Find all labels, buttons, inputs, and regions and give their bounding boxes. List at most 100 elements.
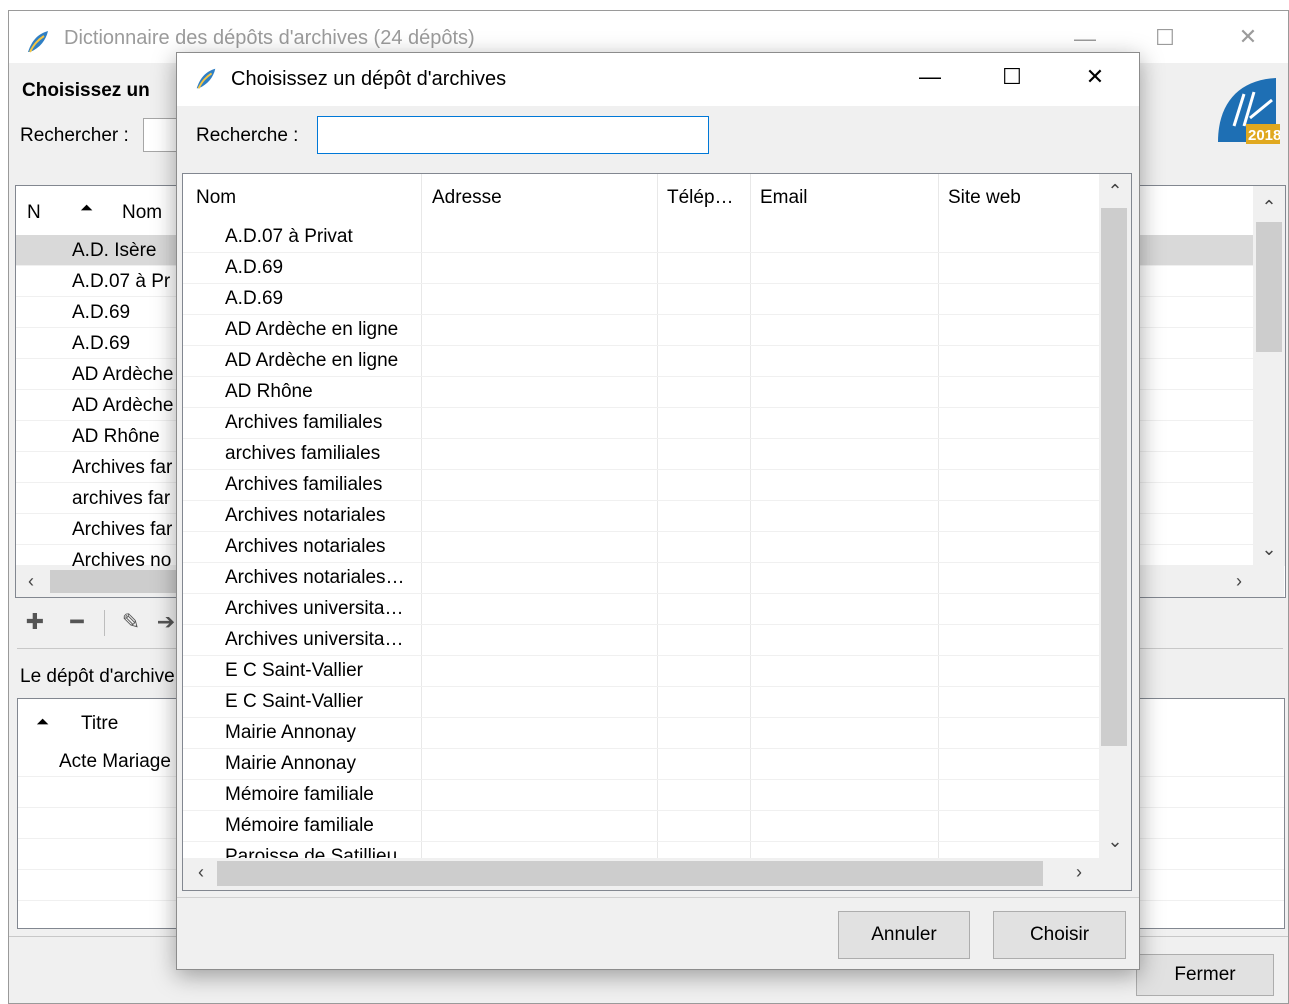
arrow-right-icon[interactable]: ➔ <box>156 603 176 641</box>
table-row-label: AD Rhône <box>72 426 160 447</box>
table-row[interactable]: Archives universita… <box>225 598 403 620</box>
table-row-label: AD Ardèche <box>72 395 174 416</box>
scroll-left-icon[interactable]: ‹ <box>20 572 42 590</box>
row-divider <box>183 345 1099 346</box>
table-row[interactable]: E C Saint-Vallier <box>225 691 363 713</box>
parent-col-n[interactable]: N <box>27 202 41 224</box>
toolbar-divider <box>104 610 105 636</box>
choose-button[interactable]: Choisir <box>993 911 1126 959</box>
row-divider <box>183 810 1099 811</box>
minimize-icon[interactable]: — <box>915 66 945 88</box>
table-row[interactable]: E C Saint-Vallier <box>225 660 363 682</box>
table-row[interactable]: AD Ardèche en ligne <box>225 319 398 341</box>
table-row[interactable]: Archives notariales… <box>225 567 405 589</box>
scroll-down-icon[interactable]: ⌄ <box>1258 540 1280 558</box>
row-divider <box>183 500 1099 501</box>
row-divider <box>183 531 1099 532</box>
table-row[interactable]: Mairie Annonay <box>225 753 356 775</box>
table-row[interactable]: AD Ardèche en ligne <box>225 350 398 372</box>
parent-window-title: Dictionnaire des dépôts d'archives (24 d… <box>64 27 475 49</box>
table-row-label: A.D.69 <box>72 302 131 323</box>
row-divider <box>183 376 1099 377</box>
table-row-label: A.D.69 <box>72 333 131 354</box>
row-divider <box>183 686 1099 687</box>
table-row-label: AD Ardèche <box>72 364 174 385</box>
table-row-label: Archives no <box>72 550 172 566</box>
row-divider <box>183 407 1099 408</box>
dialog-title: Choisissez un dépôt d'archives <box>231 68 507 90</box>
scroll-right-icon[interactable]: › <box>1068 863 1090 881</box>
scroll-up-icon[interactable]: ⌃ <box>1258 198 1280 216</box>
column-divider[interactable] <box>750 174 751 858</box>
scroll-up-icon[interactable]: ⌃ <box>1104 182 1126 200</box>
row-divider <box>183 252 1099 253</box>
table-row[interactable]: A.D.07 à Privat <box>225 226 353 248</box>
row-divider <box>183 841 1099 842</box>
close-icon[interactable]: ✕ <box>1080 66 1110 88</box>
col-site-web[interactable]: Site web <box>948 187 1021 209</box>
maximize-icon[interactable]: ☐ <box>997 66 1027 88</box>
app-logo: 2018 <box>1218 78 1280 144</box>
row-divider <box>183 438 1099 439</box>
column-divider[interactable] <box>421 174 422 858</box>
table-row[interactable]: Mémoire familiale <box>225 784 374 806</box>
maximize-icon[interactable]: ☐ <box>1150 27 1180 49</box>
cancel-button[interactable]: Annuler <box>838 911 970 959</box>
row-divider <box>183 655 1099 656</box>
table-row-label: A.D. Isère <box>72 240 157 261</box>
table-row[interactable]: Archives universita… <box>225 629 403 651</box>
col-telephone[interactable]: Télép… <box>667 187 734 209</box>
column-divider[interactable] <box>657 174 658 858</box>
column-divider[interactable] <box>938 174 939 858</box>
table-row[interactable]: AD Rhône <box>225 381 313 403</box>
dialog-search-label: Recherche : <box>196 125 299 146</box>
row-divider <box>183 562 1099 563</box>
row-divider <box>183 314 1099 315</box>
sort-ascending-icon: ⏶ <box>80 200 93 217</box>
table-row-label: Archives far <box>72 519 173 540</box>
row-divider <box>183 283 1099 284</box>
documents-col-titre[interactable]: Titre <box>81 713 118 735</box>
row-divider <box>183 469 1099 470</box>
parent-col-nom[interactable]: Nom <box>122 202 162 224</box>
table-row[interactable]: A.D.69 <box>225 288 283 310</box>
col-adresse[interactable]: Adresse <box>432 187 502 209</box>
table-row[interactable]: A.D.69 <box>225 257 283 279</box>
parent-vertical-scroll-thumb[interactable] <box>1256 222 1282 352</box>
dialog-search-input[interactable] <box>317 116 709 154</box>
minus-icon[interactable]: ━ <box>62 603 92 641</box>
feather-icon <box>28 31 48 53</box>
row-divider <box>183 717 1099 718</box>
dialog-footer-divider <box>177 897 1139 898</box>
depot-documents-label: Le dépôt d'archive <box>20 666 175 687</box>
sort-ascending-icon: ⏶ <box>36 714 49 731</box>
feather-icon <box>196 68 216 89</box>
scroll-right-icon[interactable]: › <box>1228 572 1250 590</box>
minimize-icon[interactable]: — <box>1070 28 1100 50</box>
table-row[interactable]: archives familiales <box>225 443 380 465</box>
table-row[interactable]: Archives notariales <box>225 505 386 527</box>
dialog-vertical-scroll-thumb[interactable] <box>1101 208 1127 746</box>
parent-heading: Choisissez un <box>22 80 150 101</box>
pencil-icon[interactable]: ✎ <box>116 603 146 641</box>
table-row-label: archives far <box>72 488 171 509</box>
table-row[interactable]: Mairie Annonay <box>225 722 356 744</box>
parent-search-label: Rechercher : <box>20 125 129 146</box>
table-row[interactable]: Archives familiales <box>225 474 382 496</box>
table-row[interactable]: Paroisse de Satillieu <box>225 846 397 858</box>
documents-row[interactable]: Acte Mariage <box>59 751 171 773</box>
table-row-label: Archives far <box>72 457 173 478</box>
table-row[interactable]: Mémoire familiale <box>225 815 374 837</box>
scroll-down-icon[interactable]: ⌄ <box>1104 832 1126 850</box>
table-row[interactable]: Archives familiales <box>225 412 382 434</box>
close-icon[interactable]: ✕ <box>1233 26 1263 48</box>
table-row-label: A.D.07 à Pr <box>72 271 171 292</box>
row-divider <box>183 593 1099 594</box>
dialog-horizontal-scroll-thumb[interactable] <box>217 861 1043 886</box>
plus-icon[interactable]: ✚ <box>20 603 50 641</box>
scroll-left-icon[interactable]: ‹ <box>190 863 212 881</box>
table-row[interactable]: Archives notariales <box>225 536 386 558</box>
col-nom[interactable]: Nom <box>196 187 236 209</box>
close-button[interactable]: Fermer <box>1136 954 1274 996</box>
col-email[interactable]: Email <box>760 187 808 209</box>
